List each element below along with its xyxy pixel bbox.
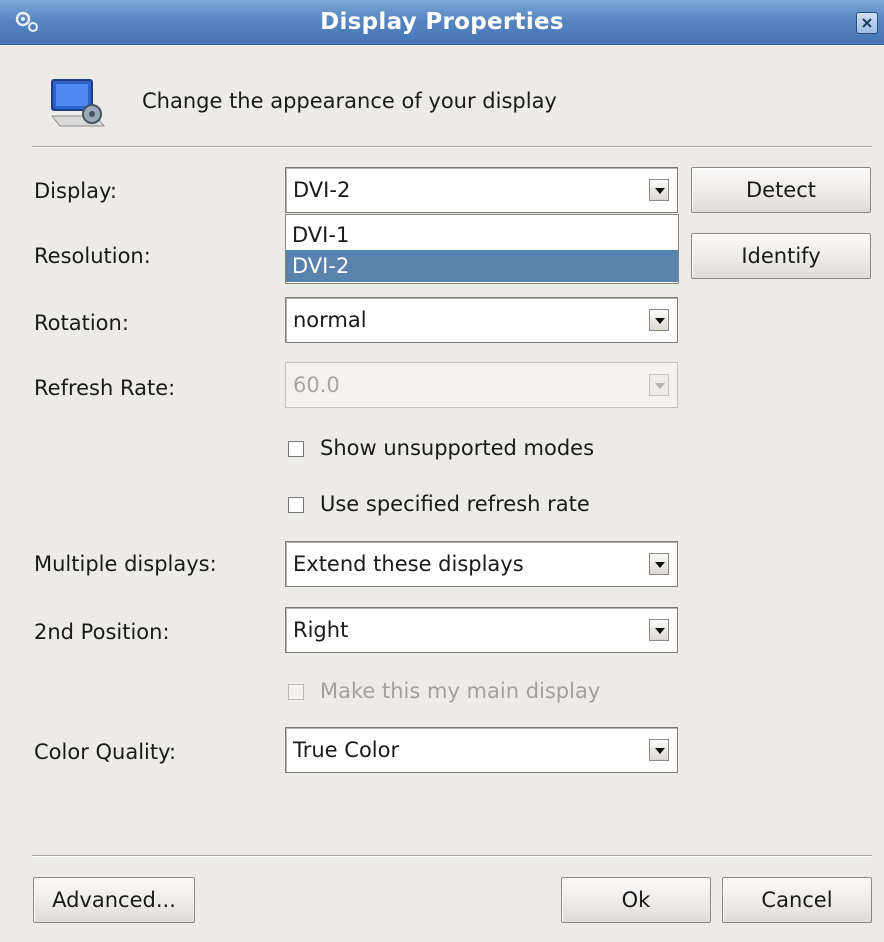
color-quality-value: True Color xyxy=(293,738,400,762)
multiple-displays-label: Multiple displays: xyxy=(34,552,217,576)
identify-button[interactable]: Identify xyxy=(691,233,871,279)
color-quality-label: Color Quality: xyxy=(34,740,177,764)
dropdown-option-dvi-1[interactable]: DVI-1 xyxy=(286,219,678,251)
refresh-rate-combo: 60.0 xyxy=(285,362,678,408)
window-title: Display Properties xyxy=(320,9,564,35)
chevron-down-icon[interactable] xyxy=(649,739,669,761)
close-icon xyxy=(862,18,872,28)
title-bar[interactable]: Display Properties xyxy=(0,0,884,45)
display-combo[interactable]: DVI-2 xyxy=(285,167,678,213)
chevron-down-icon[interactable] xyxy=(649,309,669,331)
show-unsupported-label[interactable]: Show unsupported modes xyxy=(320,436,594,460)
top-separator xyxy=(32,146,872,148)
refresh-rate-value: 60.0 xyxy=(293,373,340,397)
second-position-combo[interactable]: Right xyxy=(285,607,678,653)
main-display-label: Make this my main display xyxy=(320,679,601,703)
refresh-rate-label: Refresh Rate: xyxy=(34,376,176,400)
second-position-label: 2nd Position: xyxy=(34,620,170,644)
detect-button[interactable]: Detect xyxy=(691,167,871,213)
display-dropdown-list[interactable]: DVI-1 DVI-2 xyxy=(285,214,679,284)
use-refresh-rate-label[interactable]: Use specified refresh rate xyxy=(320,492,590,516)
show-unsupported-checkbox[interactable] xyxy=(288,441,304,457)
close-button[interactable] xyxy=(856,12,878,34)
ok-button[interactable]: Ok xyxy=(561,877,711,923)
rotation-label: Rotation: xyxy=(34,311,129,335)
resolution-label: Resolution: xyxy=(34,244,151,268)
advanced-button[interactable]: Advanced... xyxy=(33,877,195,923)
header-text: Change the appearance of your display xyxy=(142,89,557,113)
bottom-separator xyxy=(32,855,872,857)
rotation-combo[interactable]: normal xyxy=(285,297,678,343)
monitor-settings-icon xyxy=(50,79,106,127)
chevron-down-icon[interactable] xyxy=(649,179,669,201)
display-label: Display: xyxy=(34,179,117,203)
use-refresh-rate-checkbox[interactable] xyxy=(288,497,304,513)
multiple-displays-value: Extend these displays xyxy=(293,552,524,576)
chevron-down-icon[interactable] xyxy=(649,619,669,641)
rotation-value: normal xyxy=(293,308,367,332)
dropdown-option-dvi-2[interactable]: DVI-2 xyxy=(286,250,678,282)
color-quality-combo[interactable]: True Color xyxy=(285,727,678,773)
second-position-value: Right xyxy=(293,618,349,642)
multiple-displays-combo[interactable]: Extend these displays xyxy=(285,541,678,587)
cancel-button[interactable]: Cancel xyxy=(722,877,872,923)
chevron-down-icon xyxy=(649,374,669,396)
main-display-checkbox xyxy=(288,684,304,700)
display-value: DVI-2 xyxy=(293,178,351,202)
chevron-down-icon[interactable] xyxy=(649,553,669,575)
